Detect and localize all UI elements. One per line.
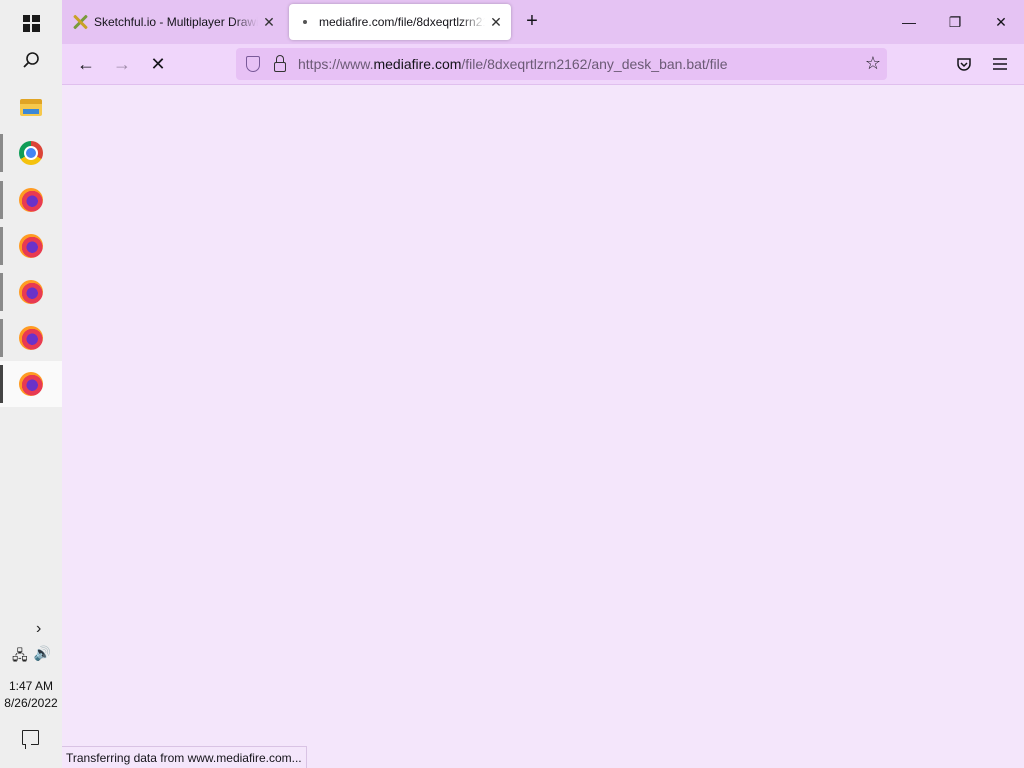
firefox-icon <box>19 372 43 396</box>
tab-bar: Sketchful.io - Multiplayer Drawing Game … <box>62 0 1024 44</box>
close-window-button[interactable]: ✕ <box>978 0 1024 44</box>
firefox-icon <box>19 326 43 350</box>
chrome-icon <box>19 141 43 165</box>
firefox-icon <box>19 280 43 304</box>
network-icon[interactable]: 🖧 <box>12 645 28 669</box>
taskbar-clock[interactable]: 1:47 AM 8/26/2022 <box>0 678 62 712</box>
url-path: /file/8dxeqrtlzrn2162/any_desk_ban.bat/f… <box>461 56 728 72</box>
firefox-button-1[interactable] <box>0 177 62 223</box>
url-host: mediafire.com <box>373 56 462 72</box>
firefox-icon <box>19 234 43 258</box>
url-bar[interactable]: https://www.mediafire.com/file/8dxeqrtlz… <box>236 48 887 80</box>
page-content: Transferring data from www.mediafire.com… <box>62 85 1024 768</box>
file-explorer-button[interactable] <box>0 84 62 130</box>
tray-chevron-icon[interactable]: › <box>36 620 41 638</box>
tracking-protection-shield-icon[interactable] <box>246 56 260 72</box>
sketchful-icon <box>72 14 88 30</box>
firefox-button-2[interactable] <box>0 223 62 269</box>
forward-button[interactable]: → <box>106 48 138 80</box>
loading-dot-icon <box>297 14 313 30</box>
tab-sketchful[interactable]: Sketchful.io - Multiplayer Drawing Game … <box>64 4 284 40</box>
lock-icon[interactable] <box>274 55 286 72</box>
folder-icon <box>20 98 42 116</box>
browser-window: Sketchful.io - Multiplayer Drawing Game … <box>62 0 1024 768</box>
search-icon <box>23 52 39 68</box>
taskbar: › 🖧 🔊 1:47 AM 8/26/2022 <box>0 0 62 768</box>
close-tab-icon[interactable]: ✕ <box>262 14 276 31</box>
tab-title: mediafire.com/file/8dxeqrtlzrn2162/any_d… <box>319 15 485 29</box>
tab-title: Sketchful.io - Multiplayer Drawing Game <box>94 15 258 29</box>
windows-logo-icon <box>22 14 40 32</box>
stop-button[interactable]: ✕ <box>142 48 174 80</box>
restore-button[interactable]: ❐ <box>932 0 978 44</box>
back-button[interactable]: ← <box>70 48 102 80</box>
firefox-button-3[interactable] <box>0 269 62 315</box>
pocket-icon <box>957 58 971 71</box>
volume-icon[interactable]: 🔊 <box>34 645 51 669</box>
app-menu-button[interactable] <box>984 48 1016 80</box>
clock-time: 1:47 AM <box>8 679 54 693</box>
status-bar: Transferring data from www.mediafire.com… <box>62 746 307 768</box>
pocket-button[interactable] <box>948 48 980 80</box>
url-text[interactable]: https://www.mediafire.com/file/8dxeqrtlz… <box>298 56 728 72</box>
close-tab-icon[interactable]: ✕ <box>489 14 503 31</box>
notification-icon[interactable] <box>22 730 39 749</box>
firefox-icon <box>19 188 43 212</box>
new-tab-button[interactable]: + <box>520 10 544 34</box>
minimize-button[interactable]: — <box>886 0 932 44</box>
hamburger-menu-icon <box>993 58 1007 70</box>
system-tray: 🖧 🔊 <box>12 645 51 669</box>
firefox-button-5[interactable] <box>0 361 62 407</box>
search-button[interactable] <box>0 37 62 83</box>
clock-date: 8/26/2022 <box>4 696 58 710</box>
chrome-button[interactable] <box>0 130 62 176</box>
bookmark-star-icon[interactable]: ☆ <box>865 53 881 74</box>
tab-mediafire[interactable]: mediafire.com/file/8dxeqrtlzrn2162/any_d… <box>289 4 511 40</box>
firefox-button-4[interactable] <box>0 315 62 361</box>
url-scheme: https://www. <box>298 56 374 72</box>
nav-toolbar: ← → ✕ https://www.mediafire.com/file/8dx… <box>62 44 1024 85</box>
